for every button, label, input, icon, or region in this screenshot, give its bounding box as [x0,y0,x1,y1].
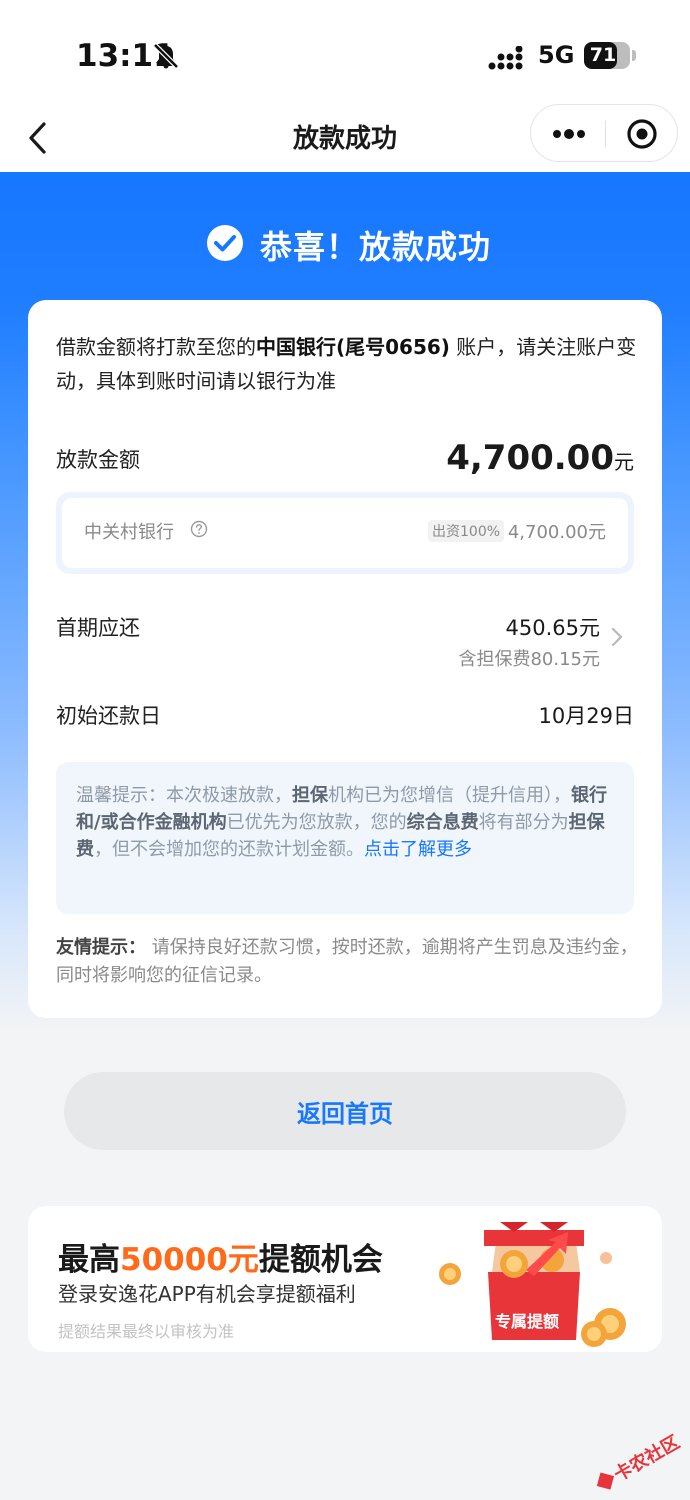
watermark-text: 卡农社区 [610,1431,683,1486]
success-title: 恭喜！放款成功 [260,228,492,266]
loan-amount: 4,700.00元 [446,438,634,478]
promo-note: 提额结果最终以审核为准 [58,1322,235,1341]
network-type: 5G [538,41,575,69]
lender-amount: 4,700.00元 [507,522,606,543]
signal-icon [488,46,523,70]
close-target-icon[interactable] [625,117,659,151]
tip-text-1: 机构已为您增信（提升信用）， [328,785,571,806]
due-date: 10月29日 [538,704,634,728]
first-payment-label: 首期应还 [56,616,140,640]
loan-amount-label: 放款金额 [56,448,140,472]
lender-box: 中关村银行 出资100% 4,700.00元 [56,492,634,574]
lender-name: 中关村银行 [84,522,174,543]
account-notice: 借款金额将打款至您的中国银行(尾号0656) 账户，请关注账户变动，具体到账时间… [56,330,638,398]
bell-off-icon [153,43,179,69]
battery-icon: 71 [584,42,630,69]
promo-banner[interactable]: 最高50000元提额机会 登录安逸花APP有机会享提额福利 提额结果最终以审核为… [28,1206,662,1352]
capsule-divider [605,121,606,147]
loan-amount-value: 4,700.00 [446,438,614,478]
friendly-reminder: 友情提示： 请保持良好还款习惯，按时还款，逾期将产生罚息及违约金，同时将影响您的… [56,934,638,990]
check-circle-icon [207,225,243,261]
tip-text-2: 已优先为您放款，您的 [226,812,407,833]
loan-amount-unit: 元 [614,450,634,474]
nav-bar: 放款成功 [0,104,690,172]
tip-bold-fee: 综合息费 [406,812,479,833]
first-payment-amount[interactable]: 450.65元 [506,612,600,642]
watermark-logo: 卡农社区 [596,1431,683,1490]
promo-title-highlight: 50000元 [120,1242,259,1278]
return-home-button[interactable]: 返回首页 [64,1072,626,1150]
battery-level: 71 [589,44,617,66]
promo-title-prefix: 最高 [58,1242,120,1278]
status-bar: 13:11 5G 71 [0,0,690,104]
learn-more-link[interactable]: 点击了解更多 [364,839,472,860]
lender-row: 中关村银行 出资100% 4,700.00元 [62,498,628,568]
battery-cap [632,50,636,61]
promo-title-suffix: 提额机会 [258,1242,383,1278]
notice-bank: 中国银行(尾号0656) [256,335,450,359]
gift-label: 专属提额 [494,1312,559,1331]
loan-info-card: 借款金额将打款至您的中国银行(尾号0656) 账户，请关注账户变动，具体到账时间… [28,300,662,1018]
promo-title: 最高50000元提额机会 [58,1234,383,1279]
question-icon[interactable] [190,520,208,538]
notice-prefix: 借款金额将打款至您的 [56,335,256,359]
warm-tip: 温馨提示：本次极速放款，担保机构已为您增信（提升信用），银行和/或合作金融机构已… [56,762,634,914]
tip-bold-guarantee: 担保 [292,785,328,806]
due-date-label: 初始还款日 [56,704,161,728]
lender-share-badge: 出资100% [428,520,505,542]
mini-program-capsule [530,104,678,162]
tip-text-4: ，但不会增加您的还款计划金额。 [94,839,364,860]
promo-subtitle: 登录安逸花APP有机会享提额福利 [58,1282,356,1306]
tip-prefix: 温馨提示：本次极速放款， [76,785,292,806]
tip-text-3: 将有部分为 [478,812,569,833]
more-dots-icon[interactable] [551,123,587,145]
friendly-label: 友情提示： [56,937,146,958]
first-payment-fee: 含担保费80.15元 [458,649,600,670]
chevron-right-icon[interactable] [610,626,624,648]
